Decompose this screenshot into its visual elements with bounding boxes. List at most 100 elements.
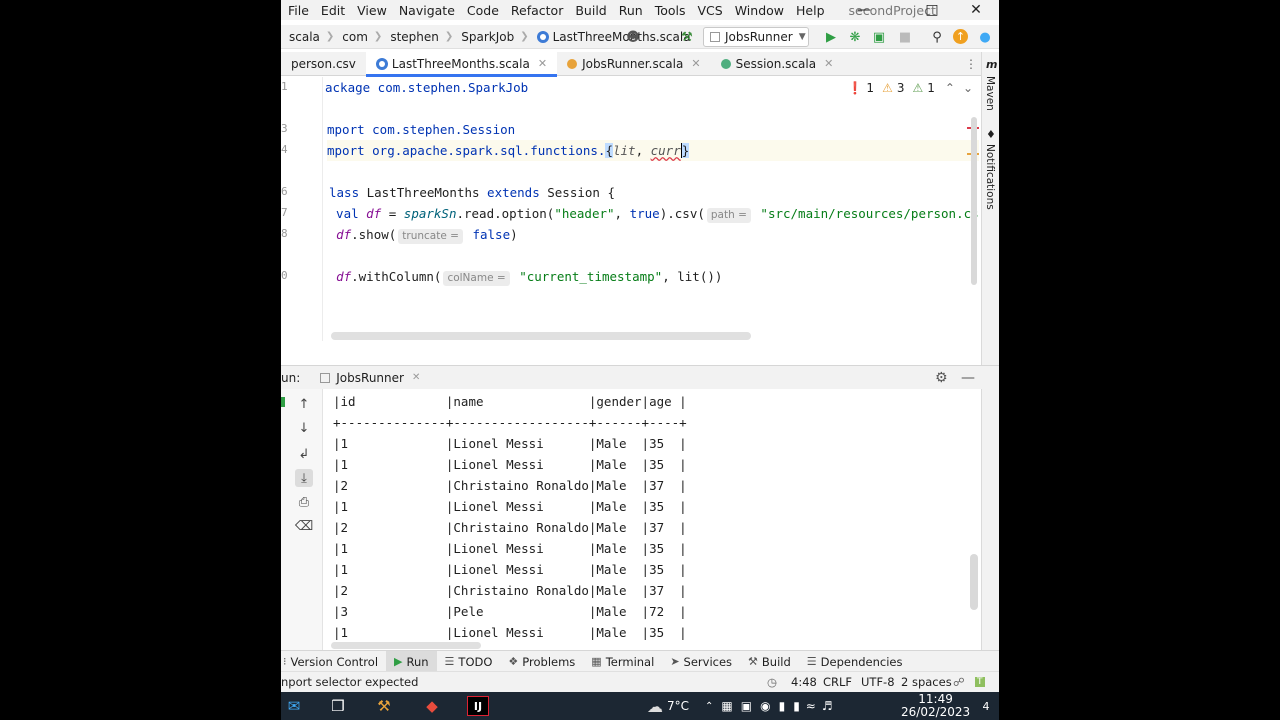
lock-icon[interactable]: ☍ [953, 675, 965, 689]
coverage-icon[interactable]: ▣ [871, 29, 887, 45]
tab-session[interactable]: Session.scala ✕ [711, 52, 844, 76]
scroll-to-end-icon[interactable]: ⤓ [295, 469, 313, 487]
code-editor[interactable]: 1 3 4 6 7 8 0 ackage com.stephen.SparkJo… [281, 77, 981, 341]
menu-edit[interactable]: Edit [315, 3, 351, 18]
config-icon [320, 372, 331, 383]
chevron-up-icon[interactable]: ⌃ [705, 701, 713, 712]
caret-position[interactable]: 4:48 [791, 675, 817, 689]
import-statement: mport com.stephen.Session [327, 122, 516, 137]
tool-problems[interactable]: ❖ Problems [500, 651, 583, 673]
user-icon[interactable]: ☻ [625, 29, 641, 45]
search-icon[interactable]: ⚲ [929, 29, 945, 45]
run-config-tab[interactable]: JobsRunner ✕ [320, 371, 420, 385]
editor-horizontal-scrollbar[interactable] [331, 332, 751, 340]
tool-dependencies[interactable]: ☰ Dependencies [799, 651, 911, 673]
notifications-tool-button[interactable]: Notifications [984, 144, 996, 210]
more-tabs-icon[interactable]: ⋮ [965, 57, 977, 71]
breadcrumb-stephen[interactable]: stephen ❯ [382, 30, 453, 44]
error-icon: ❗ [847, 81, 863, 95]
menu-view[interactable]: View [351, 3, 393, 18]
chevron-down-icon[interactable]: ⌄ [963, 81, 973, 95]
tab-person-csv[interactable]: person.csv [281, 52, 366, 76]
notification-center-icon[interactable]: 4 [975, 696, 997, 716]
editor-vertical-scrollbar[interactable] [971, 117, 977, 285]
run-icon[interactable]: ▶ [823, 29, 839, 45]
tool-services[interactable]: ➤ Services [662, 651, 740, 673]
soft-wrap-icon[interactable]: ↲ [295, 445, 313, 463]
withcolumn-call: .withColumn( [351, 269, 442, 284]
clock[interactable]: 11:49 26/02/2023 [901, 692, 970, 720]
os-taskbar: ✉ ❒ ⚒ ◆ IJ ☁ 7°C ⌃ ▦ ▣ ◉ ▮ ▮ ≈ ♬ 11:49 2… [281, 692, 999, 720]
breadcrumb-file[interactable]: LastThreeMonths.scala [529, 30, 691, 44]
trash-icon[interactable]: ⌫ [295, 517, 313, 535]
temperature[interactable]: 7°C [667, 699, 689, 713]
microphone-icon[interactable]: ▮ [779, 699, 786, 713]
menu-run[interactable]: Run [613, 3, 649, 18]
tool-build[interactable]: ⚒ Build [740, 651, 799, 673]
status-message[interactable]: nport selector expected [281, 675, 418, 689]
git-icon[interactable]: ◆ [421, 696, 443, 716]
volume-icon[interactable]: ♬ [822, 699, 833, 713]
close-tab-icon[interactable]: ✕ [824, 57, 833, 70]
menu-build[interactable]: Build [569, 3, 612, 18]
close-tab-icon[interactable]: ✕ [538, 57, 547, 70]
battery-icon[interactable]: ▮ [793, 699, 800, 713]
tools-icon[interactable]: ⚒ [373, 696, 395, 716]
inspection-widget[interactable]: ❗ 1 ⚠ 3 ⚠ 1 ⌃ ⌄ [847, 81, 973, 95]
update-icon[interactable]: ↑ [953, 29, 968, 44]
menu-window[interactable]: Window [729, 3, 790, 18]
arrow-down-icon[interactable]: ↓ [295, 419, 313, 437]
line-number: 7 [281, 206, 288, 219]
menu-help[interactable]: Help [790, 3, 831, 18]
breadcrumb-scala[interactable]: scala ❯ [281, 30, 334, 44]
gear-icon[interactable]: ⚙ [935, 370, 948, 386]
tool-terminal[interactable]: ▦ Terminal [583, 651, 662, 673]
tab-lastthreemonths[interactable]: LastThreeMonths.scala ✕ [365, 51, 558, 77]
chevron-up-icon[interactable]: ⌃ [945, 81, 955, 95]
breadcrumb-com[interactable]: com ❯ [334, 30, 382, 44]
arrow-up-icon[interactable]: ↑ [295, 395, 313, 413]
debug-icon[interactable]: ❋ [847, 29, 863, 45]
run-console[interactable]: ↑ ↓ ↲ ⤓ ⎙ ⌫ |id |name |gender|age | +---… [281, 389, 981, 650]
tool-run[interactable]: ▶ Run [386, 650, 437, 673]
maven-tool-button[interactable]: Maven [984, 76, 996, 111]
close-icon[interactable]: ✕ [953, 0, 999, 20]
intellij-icon[interactable]: IJ [467, 696, 489, 716]
print-icon[interactable]: ⎙ [295, 493, 313, 511]
file-encoding[interactable]: UTF-8 [861, 675, 895, 689]
tool-todo[interactable]: ☰ TODO [437, 651, 501, 673]
hide-panel-icon[interactable]: — [961, 370, 975, 386]
screen-icon[interactable]: ▣ [741, 699, 752, 713]
console-vertical-scrollbar[interactable] [970, 554, 978, 610]
rerun-indicator[interactable] [281, 397, 285, 407]
menu-vcs[interactable]: VCS [692, 3, 729, 18]
console-horizontal-scrollbar[interactable] [331, 642, 481, 649]
menu-refactor[interactable]: Refactor [505, 3, 569, 18]
menu-file[interactable]: File [281, 3, 315, 18]
breadcrumb-sparkjob[interactable]: SparkJob ❯ [453, 30, 528, 44]
menu-tools[interactable]: Tools [649, 3, 692, 18]
run-configuration-select[interactable]: JobsRunner ▼ [703, 27, 809, 47]
maximize-icon[interactable]: □ [909, 0, 955, 20]
tab-jobsrunner[interactable]: JobsRunner.scala ✕ [557, 52, 711, 76]
menu-code[interactable]: Code [461, 3, 505, 18]
plugin-logo-icon[interactable]: ● [977, 29, 993, 45]
close-tab-icon[interactable]: ✕ [412, 372, 420, 383]
tool-label: TODO [458, 654, 493, 669]
close-tab-icon[interactable]: ✕ [691, 57, 700, 70]
code-line-8: df.show(truncate = false) [321, 224, 518, 245]
wifi-icon[interactable]: ≈ [806, 699, 816, 713]
tool-version-control[interactable]: ⁝ Version Control [281, 651, 386, 673]
device-icon[interactable]: ▦ [721, 699, 732, 713]
menu-navigate[interactable]: Navigate [393, 3, 461, 18]
hammer-icon[interactable]: ⚒ [679, 29, 695, 45]
stop-icon[interactable]: ■ [897, 29, 913, 45]
usb-icon[interactable]: ◉ [760, 699, 770, 713]
minimize-icon[interactable]: — [841, 0, 887, 20]
table-separator-line: +--------------+------------------+-----… [333, 415, 687, 430]
line-separator[interactable]: CRLF [823, 675, 852, 689]
mail-icon[interactable]: ✉ [283, 696, 305, 716]
memory-indicator-icon[interactable]: T [975, 677, 985, 687]
indent-setting[interactable]: 2 spaces [901, 675, 952, 689]
virtualbox-icon[interactable]: ❒ [327, 696, 349, 716]
